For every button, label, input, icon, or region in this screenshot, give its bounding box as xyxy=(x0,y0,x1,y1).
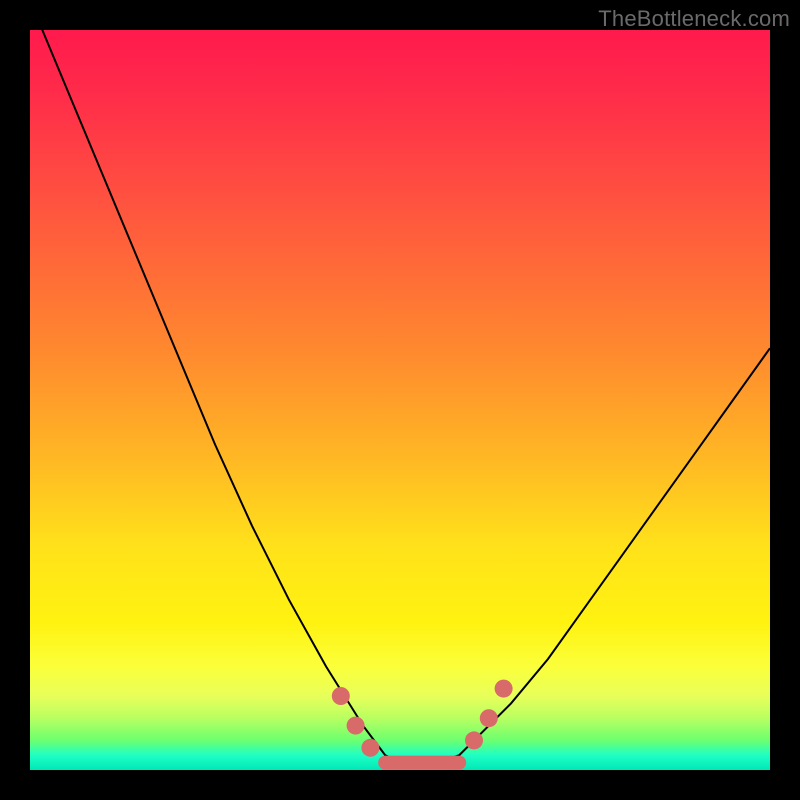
curve-marker xyxy=(361,739,379,757)
curve-markers xyxy=(332,680,513,757)
curve-marker xyxy=(465,731,483,749)
curve-marker xyxy=(332,687,350,705)
chart-frame: TheBottleneck.com xyxy=(0,0,800,800)
bottleneck-curve xyxy=(30,0,770,762)
chart-svg xyxy=(30,30,770,770)
watermark-text: TheBottleneck.com xyxy=(598,6,790,32)
curve-marker xyxy=(480,709,498,727)
plot-area xyxy=(30,30,770,770)
curve-marker xyxy=(347,717,365,735)
curve-marker xyxy=(495,680,513,698)
